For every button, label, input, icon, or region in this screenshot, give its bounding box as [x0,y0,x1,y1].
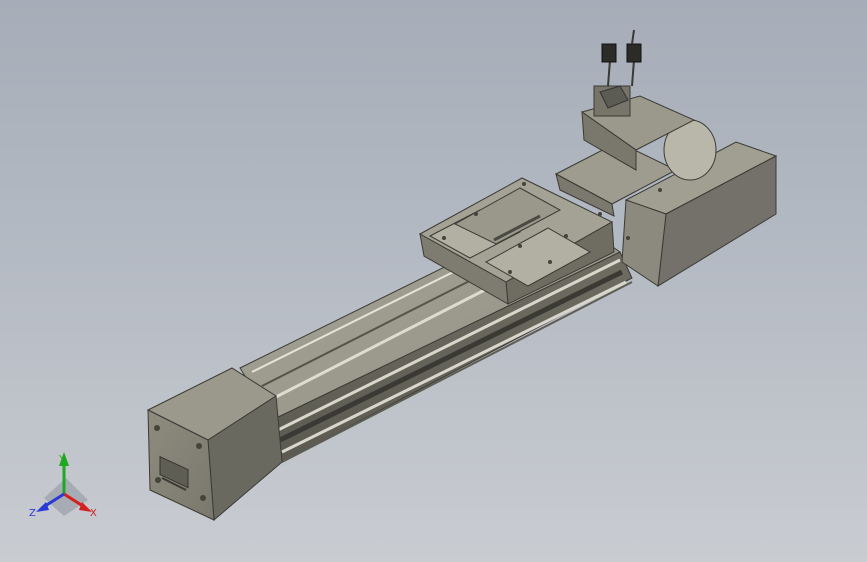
screw-icon [196,443,202,449]
cable [607,59,611,87]
screw-icon [154,425,160,431]
cable-connector[interactable] [626,43,642,63]
x-axis-label: X [90,508,97,519]
linear-actuator[interactable] [146,29,778,522]
y-axis-label: Y [58,454,66,465]
screw-icon [200,495,206,501]
cable [631,59,635,87]
model-canvas[interactable]: Y X Z [0,0,867,562]
axis-triad: Y X Z [29,452,97,519]
cad-viewport[interactable]: Y X Z [0,0,867,562]
screw-icon [155,477,161,483]
cable-connector[interactable] [601,43,617,63]
z-axis-label: Z [29,508,36,519]
